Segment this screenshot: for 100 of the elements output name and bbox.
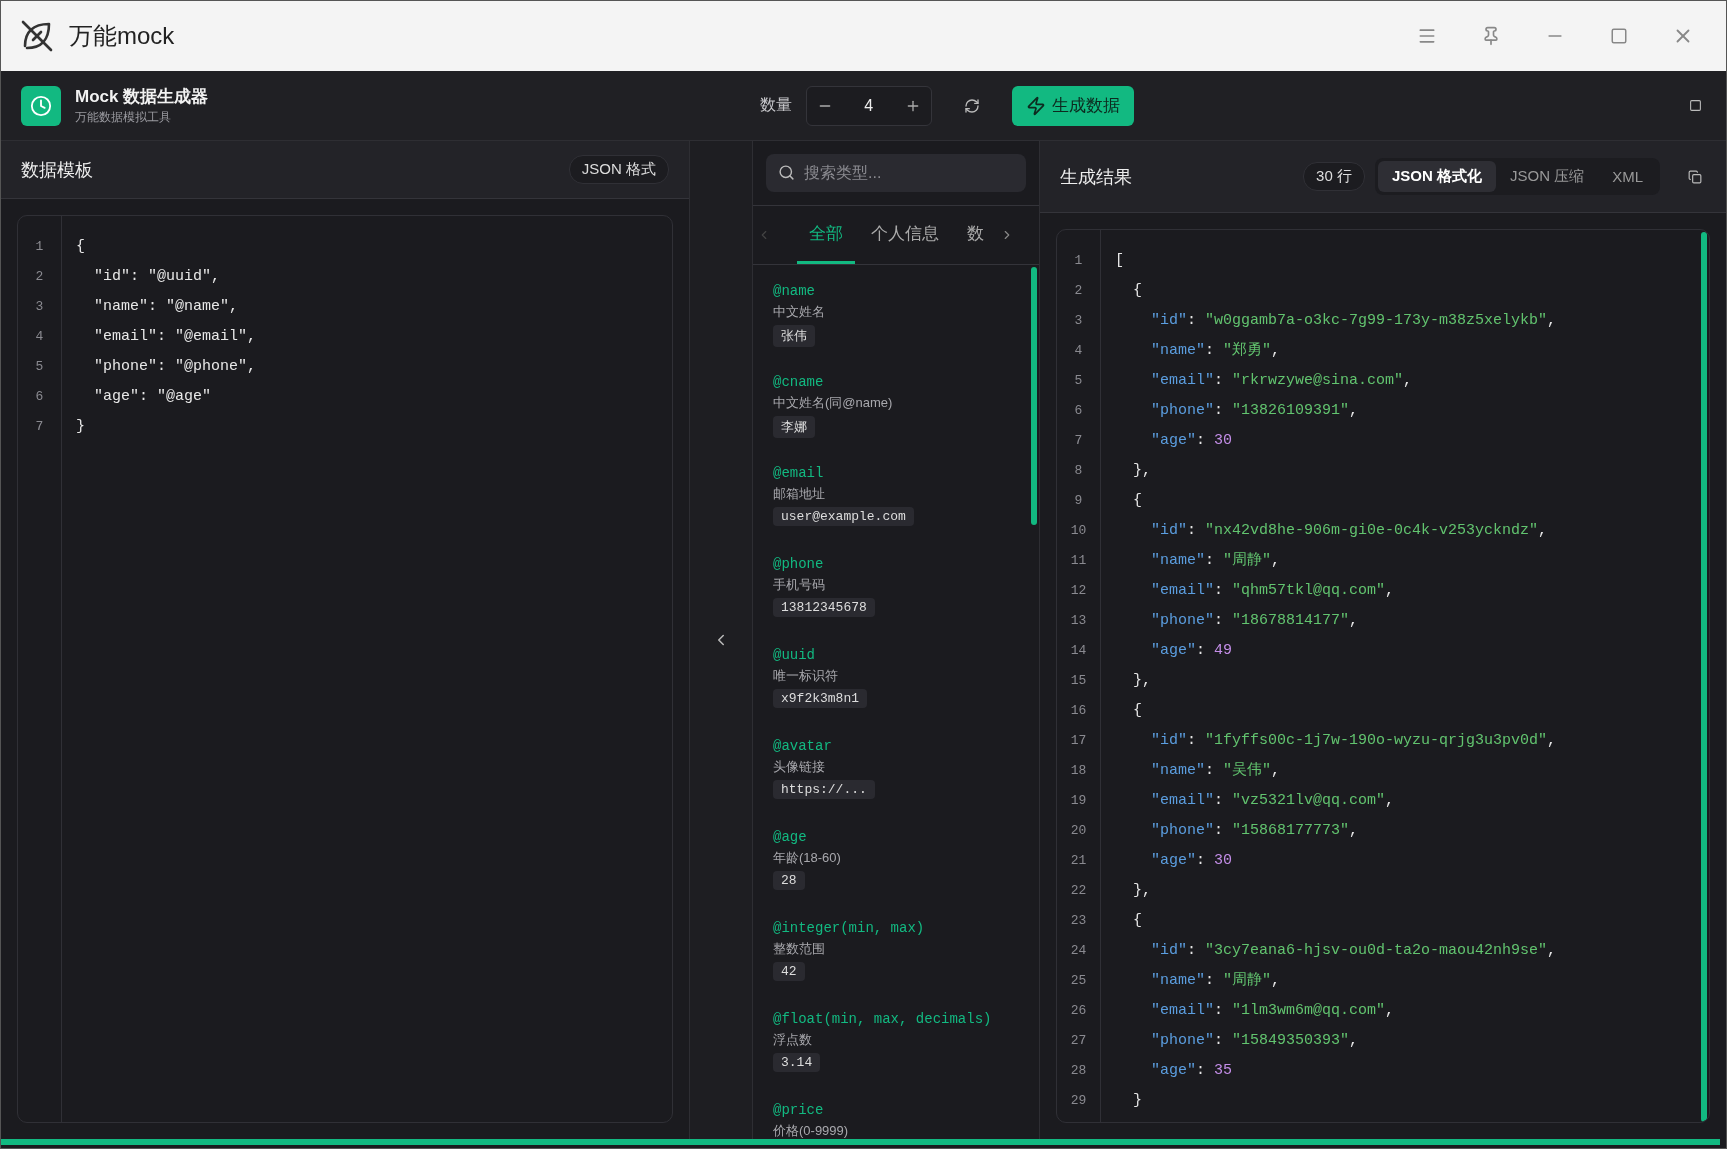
scrollbar-thumb[interactable]	[1031, 267, 1037, 525]
code-line: },	[1132, 881, 1151, 901]
line-number: 23	[1070, 912, 1087, 930]
type-description: 手机号码	[773, 576, 825, 594]
type-description: 唯一标识符	[773, 667, 838, 685]
quantity-label: 数量	[759, 95, 792, 115]
code-line: },	[1132, 671, 1151, 691]
quantity-field[interactable]: 4	[842, 86, 895, 125]
line-number: 6	[1074, 402, 1083, 420]
example-value: 3.14	[773, 1053, 821, 1072]
quantity-stepper[interactable]: 4	[805, 85, 932, 126]
type-name[interactable]: @integer(min, max)	[773, 920, 925, 936]
format-badge: JSON 格式	[568, 155, 669, 184]
type-description: 头像链接	[773, 758, 825, 776]
format-tab[interactable]: JSON 格式化	[1377, 161, 1496, 192]
line-number: 12	[1070, 582, 1087, 600]
line-number: 1	[1074, 252, 1083, 270]
line-number: 19	[1070, 792, 1087, 810]
code-line: "phone": "18678814177",	[1150, 611, 1359, 631]
code-line: "phone": "13826109391",	[1150, 401, 1359, 421]
line-number: 13	[1070, 612, 1087, 630]
line-number: 10	[1070, 522, 1087, 540]
line-number: 8	[1074, 462, 1083, 480]
line-number: 4	[1074, 342, 1083, 360]
type-name[interactable]: @name	[773, 283, 815, 299]
line-number: 26	[1070, 1002, 1087, 1020]
generate-button[interactable]: 生成数据	[1011, 85, 1134, 126]
line-number: 21	[1070, 852, 1087, 870]
code-line: }	[1132, 1091, 1142, 1111]
example-value: 13812345678	[773, 598, 875, 617]
type-name[interactable]: @phone	[773, 556, 824, 572]
category-tab[interactable]: 个人信息	[859, 206, 951, 264]
template-editor[interactable]: 1 2 3 4 5 6 7 { "id": "@uuid", "name": "@name", "email": "@email", "phone": "@phone", "age": "@age" }	[17, 215, 673, 1123]
type-name[interactable]: @avatar	[773, 738, 832, 754]
line-number: 5	[35, 358, 44, 376]
line-number: 14	[1070, 642, 1087, 660]
panel-title: 数据模板	[21, 158, 93, 182]
type-name[interactable]: @email	[773, 465, 824, 481]
line-number: 20	[1070, 822, 1087, 840]
code-line: "age": 30	[1150, 431, 1233, 451]
line-number: 11	[1070, 552, 1087, 570]
code-line: "id": "3cy7eana6-hjsv-ou0d-ta2o-maou42nh9se",	[1150, 941, 1557, 961]
category-tab[interactable]: 数	[955, 206, 996, 264]
line-count-badge: 30 行	[1303, 162, 1365, 191]
line-number: 18	[1070, 762, 1087, 780]
code-line: "phone": "15849350393",	[1150, 1031, 1359, 1051]
category-tab[interactable]: 全部	[797, 206, 855, 264]
app-name: Mock 数据生成器	[75, 86, 209, 108]
result-editor[interactable]	[1056, 229, 1710, 1123]
code-line: "email": "1lm3wm6m@qq.com",	[1150, 1001, 1395, 1021]
line-number: 5	[1074, 372, 1083, 390]
example-value: 张伟	[773, 325, 815, 347]
type-name[interactable]: @uuid	[773, 647, 815, 663]
example-value: x9f2k3m8n1	[773, 689, 867, 708]
leaf-logo-icon	[19, 18, 55, 54]
line-number: 9	[1074, 492, 1083, 510]
line-number: 2	[35, 268, 44, 286]
example-value: https://...	[773, 780, 875, 799]
line-number: 7	[35, 418, 44, 436]
scrollbar-thumb[interactable]	[1701, 232, 1707, 1122]
code-line: "name": "周静",	[1150, 551, 1281, 571]
example-value: 42	[773, 962, 805, 981]
code-line: "email": "@email",	[93, 327, 257, 347]
code-line: "name": "郑勇",	[1150, 341, 1281, 361]
type-name[interactable]: @float(min, max, decimals)	[773, 1011, 992, 1027]
horizontal-scrollbar[interactable]	[1, 1139, 1720, 1145]
format-tab[interactable]: JSON 压缩	[1495, 161, 1599, 192]
line-number: 27	[1070, 1032, 1087, 1050]
code-line: "id": "nx42vd8he-906m-gi0e-0c4k-v253yckndz",	[1150, 521, 1548, 541]
code-line: "email": "vz5321lv@qq.com",	[1150, 791, 1395, 811]
line-number: 3	[35, 298, 44, 316]
line-number: 16	[1070, 702, 1087, 720]
line-number: 1	[35, 238, 44, 256]
line-number: 3	[1074, 312, 1083, 330]
line-number: 24	[1070, 942, 1087, 960]
line-number: 15	[1070, 672, 1087, 690]
code-line: "name": "吴伟",	[1150, 761, 1281, 781]
lightning-icon	[1025, 95, 1046, 116]
app-subtitle: 万能数据模拟工具	[75, 109, 172, 126]
code-line: "id": "1fyffs00c-1j7w-190o-wyzu-qrjg3u3pv0d",	[1150, 731, 1557, 751]
type-description: 整数范围	[773, 940, 825, 958]
code-line: "age": "@age"	[93, 387, 212, 407]
line-number: 28	[1070, 1062, 1087, 1080]
type-name[interactable]: @cname	[773, 374, 824, 390]
example-value: 李娜	[773, 416, 815, 438]
type-name[interactable]: @price	[773, 1102, 824, 1118]
type-name[interactable]: @age	[773, 829, 807, 845]
code-line: "age": 30	[1150, 851, 1233, 871]
code-line: {	[1132, 701, 1142, 721]
code-line: }	[76, 417, 85, 437]
code-line: "phone": "15868177773",	[1150, 821, 1359, 841]
format-tab[interactable]: XML	[1598, 161, 1657, 192]
search-field[interactable]: 搜索类型...	[766, 154, 1026, 192]
code-line: "id": "@uuid",	[93, 267, 221, 287]
code-line: "name": "周静",	[1150, 971, 1281, 991]
line-number: 25	[1070, 972, 1087, 990]
code-line: {	[1132, 911, 1142, 931]
type-description: 浮点数	[773, 1031, 812, 1049]
line-number: 22	[1070, 882, 1087, 900]
type-description: 中文姓名	[773, 303, 825, 321]
